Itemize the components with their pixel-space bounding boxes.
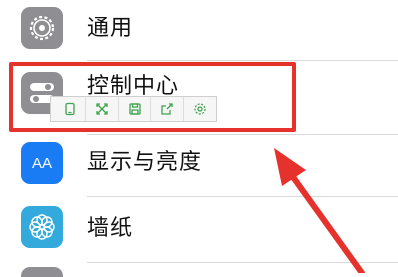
annotation-arrow [274,148,365,273]
